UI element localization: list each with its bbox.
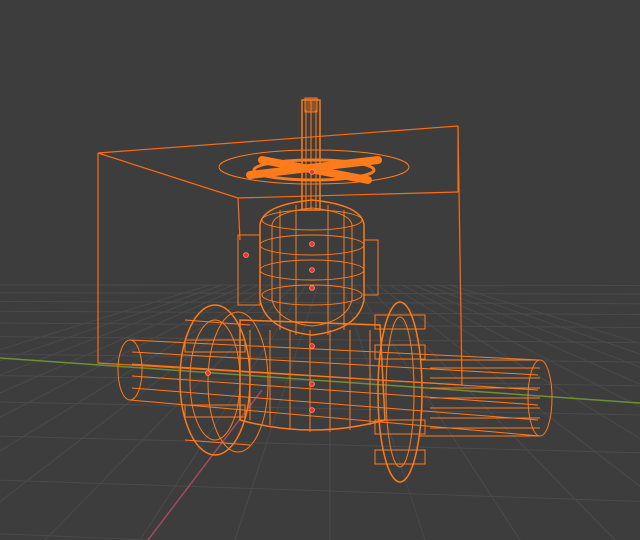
right-flange [374, 301, 426, 483]
valve-stem [301, 97, 321, 211]
grid-line [365, 284, 616, 540]
viewport-canvas[interactable] [0, 0, 640, 540]
grid-line [0, 533, 160, 540]
x-axis-line [0, 357, 640, 404]
3d-viewport[interactable] [0, 0, 640, 540]
main-pipe [117, 339, 553, 437]
grid-line [341, 284, 426, 540]
grid-line [0, 435, 640, 454]
grid-line [0, 479, 640, 502]
handwheel [218, 149, 410, 185]
gate-valve-object[interactable] [97, 97, 553, 483]
grid-line [0, 300, 640, 305]
grid-line [449, 284, 640, 344]
grid-line [0, 292, 640, 295]
